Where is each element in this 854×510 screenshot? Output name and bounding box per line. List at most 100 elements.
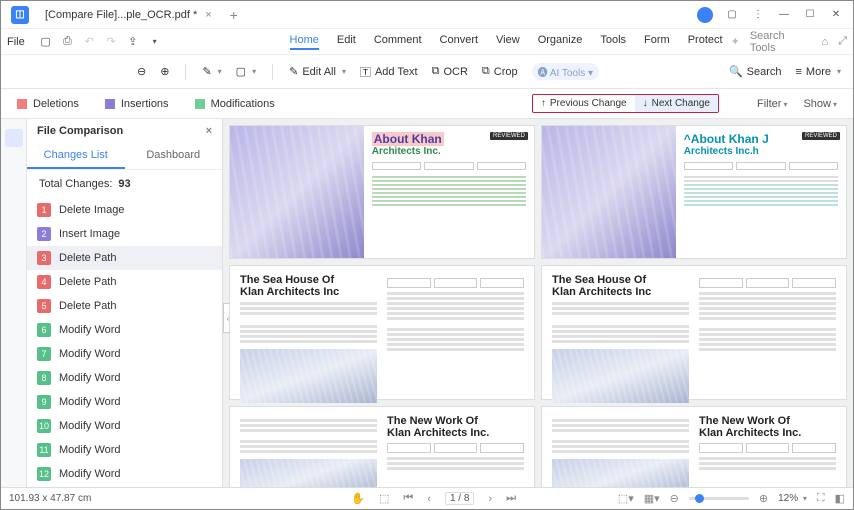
zoom-in-status[interactable]: ⊕	[759, 492, 768, 505]
page-left-2[interactable]: The Sea House OfKlan Architects Inc	[229, 265, 535, 400]
ocr-button[interactable]: ⧉ OCR	[432, 65, 468, 78]
tab-home[interactable]: Home	[290, 34, 319, 50]
expand-icon[interactable]: ⤢	[838, 35, 847, 48]
share-icon[interactable]: ⇪	[126, 35, 140, 49]
next-change-button[interactable]: ↓ Next Change	[635, 95, 718, 112]
file-menu[interactable]: File	[7, 36, 25, 48]
compare-panel-icon[interactable]	[5, 129, 23, 147]
zoom-value[interactable]: 12% ▾	[778, 493, 807, 504]
tab-tools[interactable]: Tools	[600, 34, 626, 50]
avatar[interactable]	[697, 7, 713, 23]
hand-tool-icon[interactable]: ✋	[351, 492, 365, 505]
titlebar-right: ▢ ⋮ — ☐ ✕	[697, 7, 849, 23]
sparkle-icon[interactable]: ✦	[731, 35, 740, 48]
previous-change-button[interactable]: ↑ Previous Change	[533, 95, 635, 112]
search-tools[interactable]: Search Tools	[750, 30, 812, 54]
change-row[interactable]: 11Modify Word	[27, 438, 222, 462]
sidepanel-header: File Comparison ×	[27, 119, 222, 143]
document-viewer[interactable]: ‹ REVIEWED About Khan Architects Inc. RE…	[223, 119, 853, 487]
search-button[interactable]: 🔍 Search	[729, 65, 782, 78]
tab-dashboard[interactable]: Dashboard	[125, 143, 223, 169]
crop-button[interactable]: ⧉ Crop	[482, 65, 518, 78]
change-row[interactable]: 8Modify Word	[27, 366, 222, 390]
change-row[interactable]: 7Modify Word	[27, 342, 222, 366]
zoom-out-button[interactable]: ⊖	[137, 65, 146, 78]
dropdown-icon[interactable]: ▾	[148, 35, 162, 49]
zoom-slider[interactable]	[689, 497, 749, 500]
hero-sub-left: Architects Inc.	[372, 146, 526, 157]
close-panel-icon[interactable]: ×	[206, 125, 212, 137]
change-number: 5	[37, 299, 51, 313]
layout-icon[interactable]: ▦▾	[644, 492, 660, 505]
change-row[interactable]: 1Delete Image	[27, 198, 222, 222]
close-icon[interactable]: ×	[205, 9, 211, 21]
tab-convert[interactable]: Convert	[440, 34, 479, 50]
tab-label: [Compare File]...ple_OCR.pdf *	[45, 9, 197, 21]
change-number: 2	[37, 227, 51, 241]
fit-width-icon[interactable]: ⬚▾	[618, 492, 634, 505]
tab-comment[interactable]: Comment	[374, 34, 422, 50]
select-tool-icon[interactable]: ⬚	[379, 492, 389, 505]
comment-icon[interactable]: ▢	[725, 8, 739, 22]
cloud-icon[interactable]: ⌂	[822, 36, 829, 48]
redo-icon[interactable]: ↷	[104, 35, 118, 49]
change-list[interactable]: 1Delete Image 2 Insert Image 3Delete Path4D…	[27, 198, 222, 487]
ai-tools-button[interactable]: 🅐 AI Tools ▾	[532, 63, 599, 80]
zoom-out-status[interactable]: ⊖	[670, 492, 679, 505]
undo-icon[interactable]: ↶	[82, 35, 96, 49]
tab-organize[interactable]: Organize	[538, 34, 583, 50]
titlebar: ◫ [Compare File]...ple_OCR.pdf * × + ▢ ⋮…	[1, 1, 853, 29]
print-icon[interactable]: ⎙	[61, 35, 75, 49]
change-row[interactable]: 3Delete Path	[27, 246, 222, 270]
change-row[interactable]: 12Modify Word	[27, 462, 222, 486]
change-row[interactable]: 2 Insert Image	[27, 222, 222, 246]
change-number: 11	[37, 443, 51, 457]
sidepanel-title: File Comparison	[37, 125, 123, 137]
tab-changes-list[interactable]: Changes List	[27, 143, 125, 169]
change-label: Modify Word	[59, 372, 121, 384]
kebab-icon[interactable]: ⋮	[751, 8, 765, 22]
page-right-2[interactable]: The Sea House OfKlan Architects Inc	[541, 265, 847, 400]
tab-protect[interactable]: Protect	[688, 34, 723, 50]
read-mode-icon[interactable]: ◧	[835, 492, 845, 505]
change-row[interactable]: 9Modify Word	[27, 390, 222, 414]
page-left-1[interactable]: REVIEWED About Khan Architects Inc.	[229, 125, 535, 259]
page-left-3[interactable]: The New Work OfKlan Architects Inc.	[229, 406, 535, 487]
shape-icon[interactable]: ▢▾	[236, 65, 256, 78]
change-number: 9	[37, 395, 51, 409]
tab-form[interactable]: Form	[644, 34, 670, 50]
prev-page-icon[interactable]: ‹	[427, 493, 431, 505]
change-label: Insert Image	[59, 228, 120, 240]
close-button[interactable]: ✕	[829, 8, 843, 22]
highlighter-icon[interactable]: ✎▾	[202, 65, 221, 78]
change-row[interactable]: 4Delete Path	[27, 270, 222, 294]
more-button[interactable]: ≡ More▾	[796, 66, 842, 78]
show-dropdown[interactable]: Show▾	[803, 98, 837, 110]
maximize-button[interactable]: ☐	[803, 8, 817, 22]
legend-modifications: Modifications	[195, 98, 275, 110]
change-row[interactable]: 5Delete Path	[27, 294, 222, 318]
fullscreen-icon[interactable]: ⛶	[817, 492, 825, 505]
page-right-3[interactable]: The New Work OfKlan Architects Inc.	[541, 406, 847, 487]
menubar: File ▢ ⎙ ↶ ↷ ⇪ ▾ Home Edit Comment Conve…	[1, 29, 853, 55]
first-page-icon[interactable]: ⏮	[403, 492, 413, 505]
tab-edit[interactable]: Edit	[337, 34, 356, 50]
add-tab-button[interactable]: +	[222, 7, 246, 23]
minimize-button[interactable]: —	[777, 8, 791, 22]
change-row[interactable]: 10Modify Word	[27, 414, 222, 438]
next-page-icon[interactable]: ›	[488, 493, 492, 505]
add-text-button[interactable]: 🅃 Add Text	[360, 64, 418, 80]
page-right-1[interactable]: REVIEWED ^About Khan J Architects Inc.h	[541, 125, 847, 259]
change-row[interactable]: 6Modify Word	[27, 318, 222, 342]
tab-view[interactable]: View	[496, 34, 520, 50]
filter-dropdown[interactable]: Filter▾	[757, 98, 787, 110]
save-icon[interactable]: ▢	[39, 35, 53, 49]
edit-all-button[interactable]: ✎ Edit All▾	[289, 65, 346, 78]
reviewed-badge: REVIEWED	[802, 132, 840, 140]
zoom-in-button[interactable]: ⊕	[160, 65, 169, 78]
last-page-icon[interactable]: ⏭	[506, 492, 516, 505]
change-number: 1	[37, 203, 51, 217]
page-indicator[interactable]: 1 / 8	[445, 492, 474, 505]
document-tab[interactable]: [Compare File]...ple_OCR.pdf * ×	[35, 1, 222, 28]
doc-title: The New Work OfKlan Architects Inc.	[699, 415, 836, 439]
